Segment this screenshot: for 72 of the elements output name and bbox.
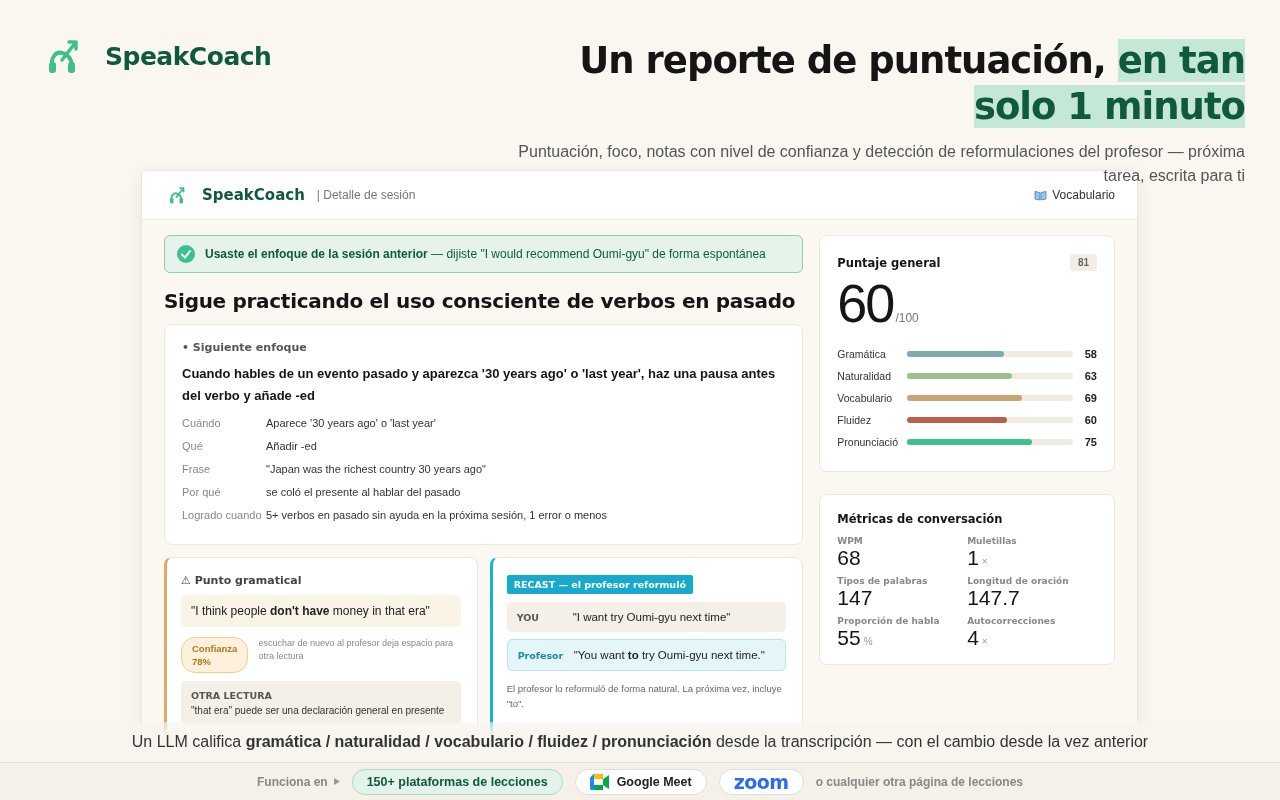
category-score: 60	[1083, 414, 1097, 426]
note-text: escuchar de nuevo al profesor deja espacio para otra lectura	[258, 637, 454, 663]
metric-value: 55	[837, 626, 861, 650]
metric-label: Muletillas	[967, 536, 1018, 546]
card-label: • Siguiente enfoque	[182, 341, 308, 354]
field-value: Añadir -ed	[266, 439, 318, 454]
confidence-badge: Confianza 78%	[181, 637, 249, 673]
check-icon	[177, 245, 195, 263]
card-title: ⚠ Punto gramatical	[181, 574, 303, 587]
caption: Un LLM califica gramática / naturalidad / vocabulario / fluidez / pronunciación desde la transcripción — con el cambio desde la vez anterior	[131, 733, 1149, 751]
category-score: 58	[1083, 348, 1097, 360]
metric-unit: %	[863, 636, 873, 647]
section-title: Sigue practicando el uso consciente de verbos en pasado	[164, 289, 797, 313]
score-max: /100	[895, 311, 919, 325]
vocabulary-link[interactable]: Vocabulario	[1034, 188, 1115, 202]
metric-label: WPM	[837, 536, 864, 546]
box-text: "that era" puede ser una declaración general en presente	[191, 705, 446, 716]
metric-label: Tipos de palabras	[837, 576, 929, 586]
field-value: "Japan was the richest country 30 years ago"	[266, 462, 487, 477]
recast-badge: RECAST — el profesor reformuló	[506, 575, 693, 594]
metric-label: Proporción de habla	[837, 616, 941, 626]
platforms-pill[interactable]: 150+ plataformas de lecciones	[351, 768, 563, 795]
field-label: Frase	[182, 462, 212, 477]
headline: Un reporte de puntuación, en tan solo 1 minuto	[578, 38, 1245, 130]
category-label: Vocabulario	[837, 392, 894, 404]
focus-heading: Cuando hables de un evento pasado y aparezca '30 years ago' o 'last year', haz una pausa antes del verbo y añade -ed	[182, 365, 777, 405]
score-badge: 81	[1069, 254, 1097, 271]
metric-value: 1	[967, 546, 979, 570]
card-title: Puntaje general	[837, 255, 941, 270]
utterance-text: "I want try Oumi-gyu next time"	[572, 611, 731, 623]
brand-name: SpeakCoach	[105, 41, 272, 71]
utterance-text: "You want to try Oumi-gyu next time."	[573, 649, 765, 661]
breadcrumb: | Detalle de sesión	[316, 188, 417, 202]
overall-score: 60	[837, 273, 894, 333]
footer-label: Funciona en	[256, 774, 328, 789]
speaker-label: YOU	[516, 611, 540, 623]
metric-value: 147	[837, 586, 873, 610]
speaker-label: Profesor	[517, 649, 564, 661]
field-label: Logrado cuando	[182, 508, 263, 523]
metric-value: 68	[837, 546, 861, 570]
category-score: 75	[1083, 436, 1097, 448]
book-icon	[1034, 189, 1048, 201]
category-score: 69	[1083, 392, 1097, 404]
category-label: Gramática	[837, 348, 887, 360]
metric-label: Autocorrecciones	[967, 616, 1057, 626]
field-value: se coló el presente al hablar del pasado	[266, 485, 462, 500]
field-value: 5+ verbos en pasado sin ayuda en la próxima sesión, 1 error o menos	[266, 508, 608, 523]
banner-text: Usaste el enfoque de la sesión anterior — dijiste "I would recommend Oumi-gyu" de forma espontánea	[205, 247, 766, 261]
subtitle: Puntuación, foco, notas con nivel de confianza y detección de reformulaciones del profesor — próxima tarea, escrita para ti	[517, 142, 1245, 186]
brand-name: SpeakCoach	[202, 186, 305, 204]
platform-pill[interactable]: Google Meet	[574, 768, 707, 795]
metric-value: 4	[967, 626, 979, 650]
field-label: Cuándo	[182, 416, 222, 431]
box-label: OTRA LECTURA	[191, 690, 273, 701]
footer-text: o cualquier otra página de lecciones	[815, 774, 1024, 789]
category-score: 63	[1083, 370, 1097, 382]
platform-pill[interactable]: zoom	[718, 768, 804, 795]
triangle-icon	[333, 778, 340, 785]
category-label: Naturalidad	[837, 370, 892, 382]
field-label: Qué	[182, 439, 204, 454]
metric-unit: ×	[981, 636, 988, 647]
metric-unit: ×	[981, 556, 988, 567]
card-title: Métricas de conversación	[837, 512, 1004, 526]
metric-label: Longitud de oración	[967, 576, 1070, 586]
category-label: Pronunciació	[837, 436, 899, 448]
quote-text: "I think people don't have money in that era"	[181, 595, 461, 627]
metric-value: 147.7	[967, 586, 1020, 610]
video-camera-icon	[589, 773, 610, 790]
field-label: Por qué	[182, 485, 222, 500]
note-text: El profesor lo reformuló de forma natural. La próxima vez, incluye "to".	[506, 682, 783, 711]
category-label: Fluidez	[837, 414, 873, 426]
field-value: Aparece '30 years ago' o 'last year'	[266, 416, 437, 431]
